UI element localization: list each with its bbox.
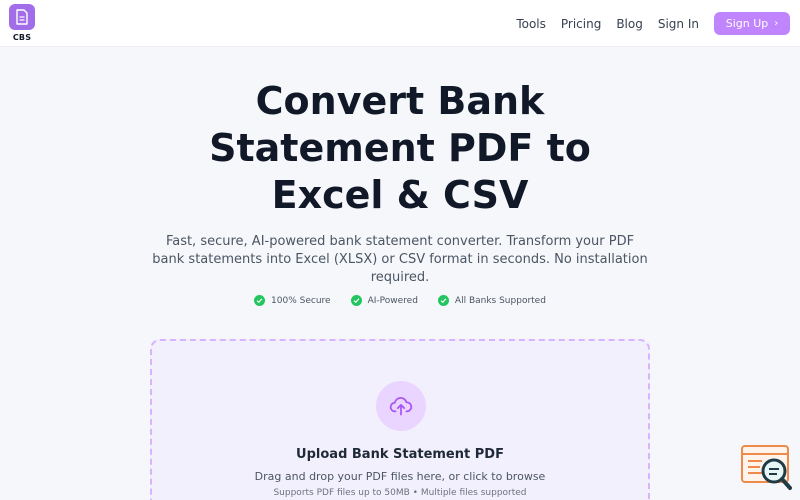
hero-subtitle-line: bank statements into Excel (XLSX) or CSV… bbox=[152, 252, 648, 267]
hero-title-line: Convert Bank bbox=[255, 79, 545, 123]
hero-subtitle-line: Fast, secure, AI-powered bank statement … bbox=[165, 234, 635, 249]
upload-dropzone[interactable]: Upload Bank Statement PDF Drag and drop … bbox=[150, 339, 650, 500]
upload-title: Upload Bank Statement PDF bbox=[296, 447, 504, 462]
nav-link-tools[interactable]: Tools bbox=[516, 17, 546, 31]
feature-label: 100% Secure bbox=[271, 295, 331, 306]
sign-up-button[interactable]: Sign Up › bbox=[714, 12, 790, 35]
feature-label: All Banks Supported bbox=[454, 295, 546, 306]
hero-title-line: Statement PDF to bbox=[209, 126, 591, 170]
hero-subtitle: Fast, secure, AI-powered bank statement … bbox=[150, 233, 650, 287]
upload-note: Supports PDF files up to 50MB • Multiple… bbox=[273, 488, 527, 498]
nav-link-sign-in[interactable]: Sign In bbox=[658, 17, 699, 31]
sign-up-label: Sign Up bbox=[725, 17, 769, 30]
chevron-right-icon: › bbox=[774, 18, 779, 29]
search-widget-icon[interactable] bbox=[740, 444, 794, 492]
brand-name: CBS bbox=[12, 33, 32, 42]
nav-link-blog[interactable]: Blog bbox=[616, 17, 643, 31]
check-circle-icon bbox=[350, 295, 362, 306]
upload-description: Drag and drop your PDF files here, or cl… bbox=[254, 470, 546, 483]
hero-title-line: Excel & CSV bbox=[271, 173, 529, 217]
document-icon bbox=[9, 4, 35, 30]
hero-title: Convert Bank Statement PDF to Excel & CS… bbox=[100, 78, 700, 219]
nav-link-pricing[interactable]: Pricing bbox=[561, 17, 601, 31]
check-circle-icon bbox=[437, 295, 449, 306]
cloud-upload-icon bbox=[376, 381, 426, 431]
feature-list: 100% Secure AI-Powered All Banks Support… bbox=[0, 295, 800, 306]
feature-item: All Banks Supported bbox=[437, 295, 546, 306]
navbar: CBS Tools Pricing Blog Sign In Sign Up › bbox=[0, 0, 800, 47]
feature-item: 100% Secure bbox=[254, 295, 331, 306]
hero-subtitle-line: required. bbox=[370, 270, 430, 285]
check-circle-icon bbox=[254, 295, 266, 306]
nav-links: Tools Pricing Blog Sign In Sign Up › bbox=[516, 12, 790, 35]
brand-logo[interactable]: CBS bbox=[8, 4, 36, 42]
feature-label: AI-Powered bbox=[367, 295, 418, 306]
feature-item: AI-Powered bbox=[350, 295, 418, 306]
